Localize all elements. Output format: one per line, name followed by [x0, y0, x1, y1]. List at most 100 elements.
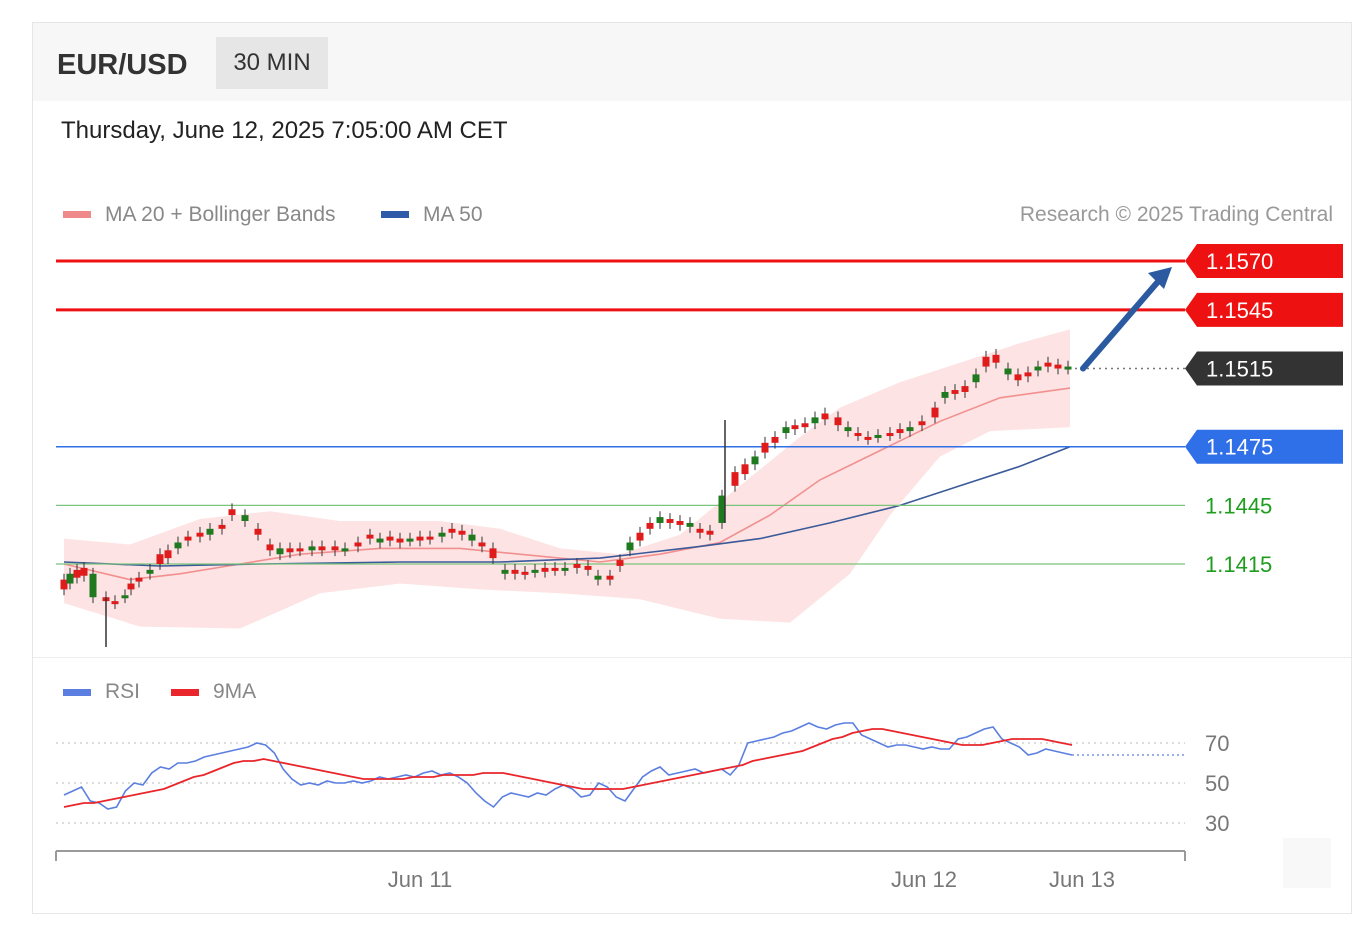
- candle-body: [844, 427, 852, 432]
- candle: [782, 421, 790, 439]
- candle: [656, 511, 664, 529]
- candle-body: [458, 530, 466, 535]
- candle-body: [761, 442, 769, 453]
- candle-body: [489, 548, 497, 559]
- candle-body: [864, 436, 872, 440]
- candle-body: [801, 423, 809, 428]
- candle-body: [254, 528, 262, 535]
- candle-body: [961, 386, 969, 392]
- candle-body: [266, 544, 274, 551]
- candle-body: [286, 548, 294, 553]
- candle-body: [376, 538, 384, 543]
- candle-body: [241, 515, 249, 521]
- candle-body: [741, 464, 749, 475]
- candle-body: [448, 528, 456, 533]
- x-tick-label: Jun 11: [388, 867, 452, 892]
- bollinger-bands-area: [64, 329, 1070, 629]
- candle-body: [156, 554, 164, 564]
- candle-body: [584, 565, 592, 570]
- level-tag-text: 1.1570: [1206, 249, 1273, 274]
- candle-body: [396, 538, 404, 543]
- candle-body: [174, 542, 182, 549]
- candle-body: [89, 573, 97, 598]
- candle-body: [896, 429, 904, 434]
- candle-body: [696, 528, 704, 533]
- candle-body: [791, 425, 799, 430]
- candle-body: [228, 509, 236, 516]
- candle-body: [616, 560, 624, 566]
- candle-body: [821, 413, 829, 420]
- candle-body: [121, 595, 129, 599]
- candle-body: [1014, 374, 1022, 381]
- candle-body: [66, 573, 74, 584]
- candle-body: [941, 391, 949, 398]
- candle-body: [531, 569, 539, 573]
- candle-body: [426, 536, 434, 540]
- candle-body: [308, 546, 316, 551]
- candle-body: [751, 456, 759, 465]
- candle-body: [218, 524, 226, 529]
- candle-body: [972, 374, 980, 383]
- candle-body: [146, 569, 154, 574]
- candle-body: [541, 567, 549, 572]
- candle-body: [656, 517, 664, 523]
- level-tag-text: 1.1545: [1206, 298, 1273, 323]
- candle-body: [686, 522, 694, 527]
- candle-body: [626, 542, 634, 551]
- candle-body: [127, 583, 135, 590]
- candle-body: [886, 433, 894, 437]
- candle-body: [1024, 372, 1032, 377]
- candle-body: [931, 407, 939, 418]
- candle-body: [111, 601, 119, 605]
- x-tick-label: Jun 12: [891, 867, 957, 892]
- candle-body: [594, 575, 602, 580]
- candle: [761, 436, 769, 459]
- candle-body: [918, 421, 926, 426]
- candle-body: [1064, 366, 1072, 370]
- candle-body: [60, 579, 68, 590]
- candle-body: [164, 550, 172, 559]
- candle: [801, 417, 809, 434]
- candle-body: [331, 546, 339, 551]
- candle-body: [511, 569, 519, 574]
- candle-body: [406, 538, 414, 542]
- candle-body: [184, 536, 192, 541]
- price-chart-svg: 1.1570 1.1545 1.1515 1.1475 1.1445 1.1415 70 50…: [55, 244, 1343, 892]
- candle-body: [354, 542, 362, 547]
- candle-body: [1054, 364, 1062, 369]
- candle: [646, 517, 654, 535]
- candle-body: [80, 567, 88, 576]
- candle-body: [73, 569, 81, 578]
- candle-body: [206, 528, 214, 535]
- candle-body: [1044, 362, 1052, 367]
- candle-body: [606, 575, 614, 580]
- candle-body: [706, 530, 714, 535]
- rsi-tick-label: 30: [1205, 811, 1229, 836]
- candle-body: [276, 548, 284, 555]
- candle-body: [318, 546, 326, 551]
- candle-body: [1004, 368, 1012, 375]
- rsi-tick-label: 50: [1205, 771, 1229, 796]
- candle-body: [135, 577, 143, 582]
- candle-body: [366, 534, 374, 539]
- candle-body: [676, 520, 684, 525]
- candle-body: [666, 519, 674, 523]
- level-label-support: 1.1415: [1205, 552, 1272, 577]
- candle-body: [951, 390, 959, 394]
- candle-body: [416, 536, 424, 541]
- candle-body: [636, 532, 644, 541]
- level-tag-text: 1.1515: [1206, 357, 1273, 382]
- candle-body: [906, 427, 914, 432]
- candle-body: [386, 536, 394, 541]
- candle-body: [501, 569, 509, 574]
- projection-arrow: [1080, 274, 1165, 372]
- candle-body: [468, 534, 476, 541]
- candle: [666, 513, 674, 529]
- x-tick-label: Jun 13: [1049, 867, 1115, 892]
- candle-body: [782, 427, 790, 434]
- candle-body: [521, 571, 529, 575]
- candle-body: [478, 542, 486, 547]
- candle-body: [731, 472, 739, 486]
- candle-body: [646, 522, 654, 529]
- rsi-tick-label: 70: [1205, 731, 1229, 756]
